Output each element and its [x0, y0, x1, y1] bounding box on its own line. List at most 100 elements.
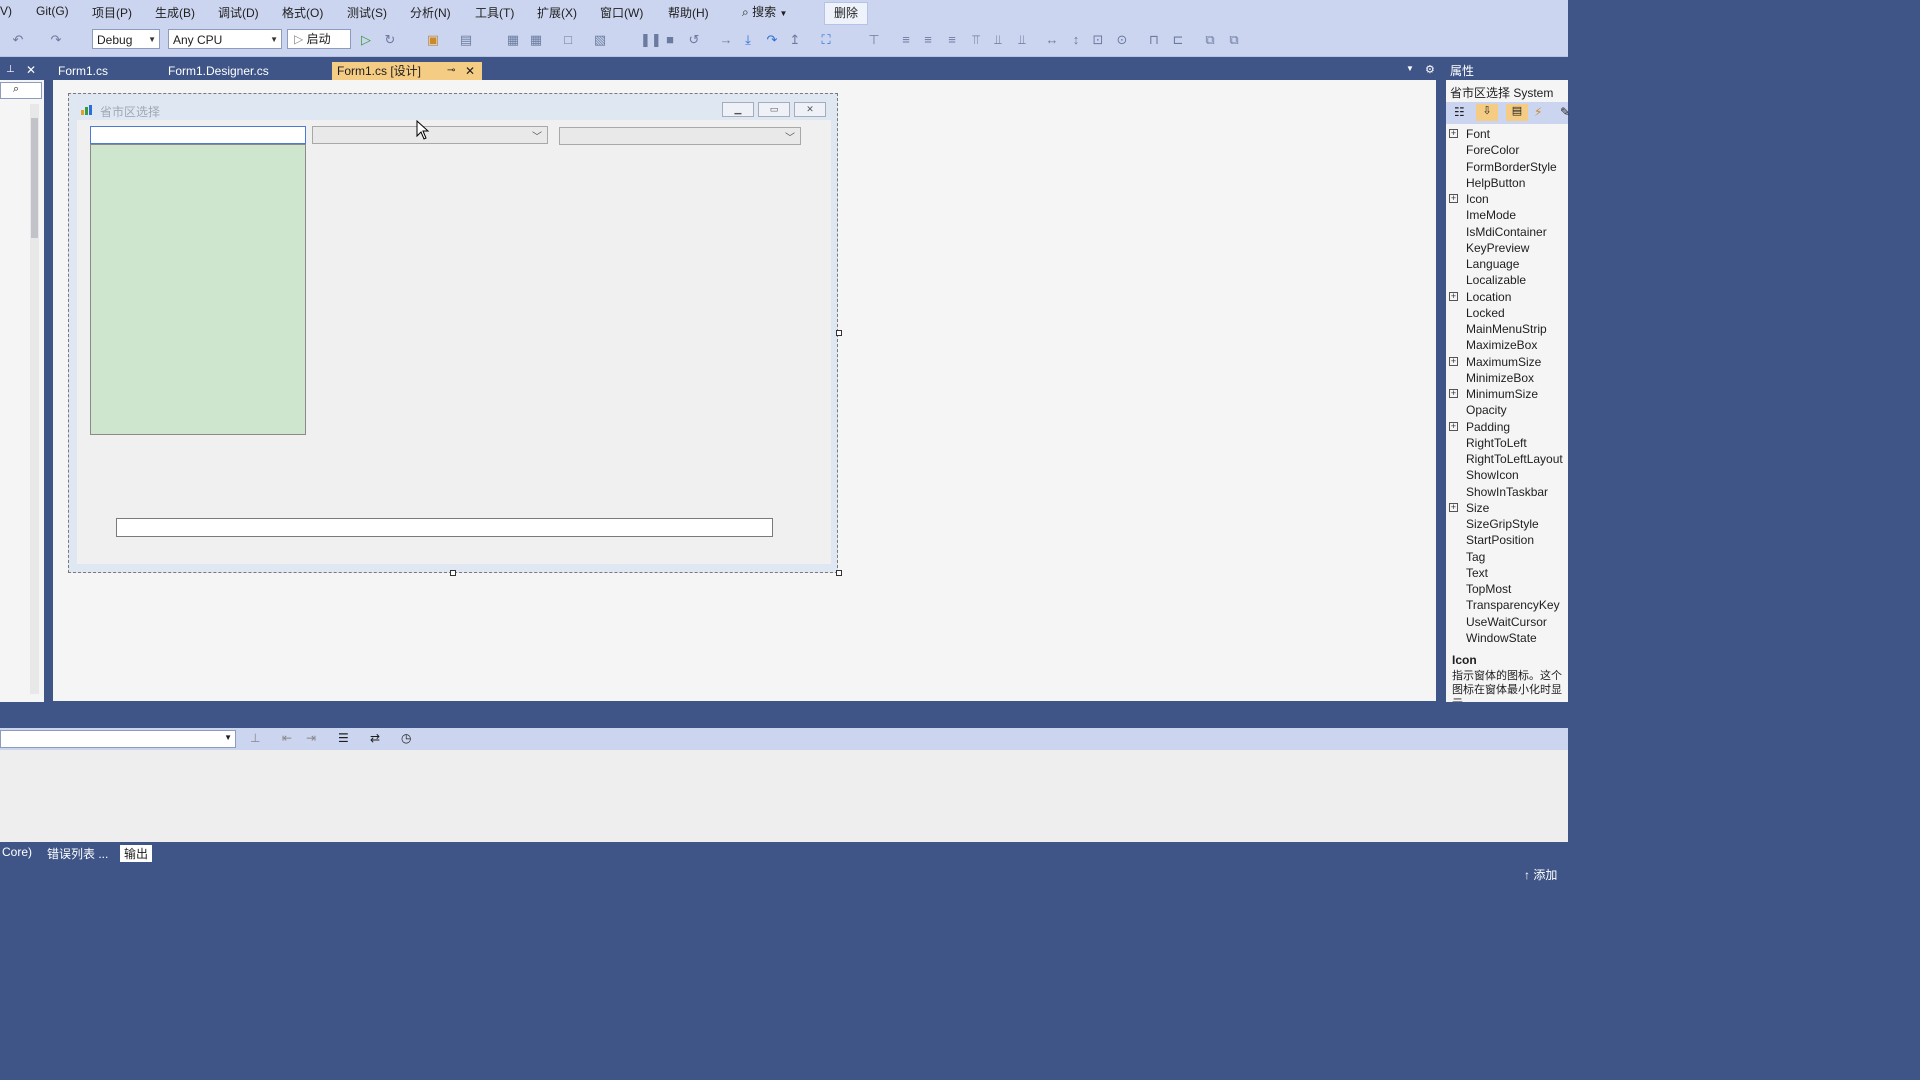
- properties-view-icon[interactable]: ▤: [1506, 104, 1528, 121]
- grid-icon[interactable]: ▦: [505, 32, 521, 48]
- tab-form1-designer-cs[interactable]: Form1.Designer.cs: [163, 62, 331, 80]
- send-back-icon[interactable]: ⧉: [1226, 32, 1242, 48]
- pause-icon[interactable]: ❚❚: [640, 32, 662, 48]
- property-row[interactable]: Language: [1466, 256, 1519, 272]
- next-message-icon[interactable]: ⇥: [306, 731, 316, 745]
- property-row[interactable]: Opacity: [1466, 402, 1507, 418]
- resize-handle-right[interactable]: [836, 330, 842, 336]
- step-into-icon[interactable]: ⤓: [740, 32, 756, 48]
- step-out-icon[interactable]: ↥: [787, 32, 803, 48]
- property-row[interactable]: Tag: [1466, 549, 1485, 565]
- property-row[interactable]: TopMost: [1466, 581, 1511, 597]
- properties-object-selector[interactable]: 省市区选择 System: [1450, 84, 1553, 101]
- property-row[interactable]: RightToLeftLayout: [1466, 451, 1563, 467]
- expand-icon[interactable]: +: [1449, 194, 1458, 203]
- property-row[interactable]: Text: [1466, 565, 1488, 581]
- property-row[interactable]: MaximumSize: [1466, 354, 1541, 370]
- toolbox-scroll-thumb[interactable]: [31, 118, 38, 238]
- minimize-button[interactable]: ▁: [722, 102, 754, 117]
- property-row[interactable]: KeyPreview: [1466, 240, 1529, 256]
- align-center-icon[interactable]: ≡: [920, 32, 936, 48]
- property-row[interactable]: SizeGripStyle: [1466, 516, 1539, 532]
- menu-test[interactable]: 测试(S): [347, 4, 387, 21]
- menu-analyze[interactable]: 分析(N): [410, 4, 451, 21]
- expand-icon[interactable]: +: [1449, 292, 1458, 301]
- snap-icon[interactable]: □: [560, 32, 576, 48]
- menu-tools[interactable]: 工具(T): [475, 4, 514, 21]
- maximize-button[interactable]: ▭: [758, 102, 790, 117]
- property-row[interactable]: Location: [1466, 289, 1511, 305]
- zoom-icon[interactable]: ⊙: [1114, 32, 1130, 48]
- space-h-icon[interactable]: ↔: [1044, 32, 1060, 48]
- hot-reload-icon[interactable]: ↻: [382, 32, 398, 48]
- property-row[interactable]: Font: [1466, 126, 1490, 142]
- center-v-icon[interactable]: ⊏: [1170, 32, 1186, 48]
- toolbox-search-input[interactable]: ⌕: [0, 82, 42, 99]
- tab-output[interactable]: 输出: [120, 845, 153, 862]
- categorized-icon[interactable]: ☷: [1454, 105, 1465, 119]
- format-icon[interactable]: ▧: [592, 32, 608, 48]
- property-row[interactable]: Icon: [1466, 191, 1489, 207]
- property-row[interactable]: MainMenuStrip: [1466, 321, 1547, 337]
- property-row[interactable]: Locked: [1466, 305, 1505, 321]
- expand-icon[interactable]: +: [1449, 129, 1458, 138]
- property-row[interactable]: HelpButton: [1466, 175, 1525, 191]
- pin-icon[interactable]: ⊥: [6, 64, 15, 75]
- property-row[interactable]: Padding: [1466, 419, 1510, 435]
- property-row[interactable]: WindowState: [1466, 630, 1537, 646]
- menu-help[interactable]: 帮助(H): [668, 4, 709, 21]
- pin-icon[interactable]: ⊸: [447, 62, 455, 80]
- prev-message-icon[interactable]: ⇤: [282, 731, 292, 745]
- grid2-icon[interactable]: ▦: [528, 32, 544, 48]
- tab-list-icon[interactable]: ▼: [1406, 64, 1414, 73]
- menu-build[interactable]: 生成(B): [155, 4, 195, 21]
- stop-icon[interactable]: ■: [662, 32, 678, 48]
- property-row[interactable]: StartPosition: [1466, 532, 1534, 548]
- redo-icon[interactable]: ↷: [48, 32, 64, 48]
- property-row[interactable]: ShowIcon: [1466, 467, 1519, 483]
- config-select[interactable]: Debug ▼: [92, 29, 160, 49]
- run-without-debug-icon[interactable]: ▷: [358, 32, 374, 48]
- step-arrow-icon[interactable]: →: [718, 32, 734, 48]
- property-row[interactable]: UseWaitCursor: [1466, 614, 1547, 630]
- space-v-icon[interactable]: ↕: [1068, 32, 1084, 48]
- property-row[interactable]: ShowInTaskbar: [1466, 484, 1548, 500]
- center-h-icon[interactable]: ⊓: [1146, 32, 1162, 48]
- find-icon[interactable]: ⊥: [250, 731, 260, 745]
- property-row[interactable]: MinimumSize: [1466, 386, 1538, 402]
- layout-icon[interactable]: ▤: [458, 32, 474, 48]
- menu-format[interactable]: 格式(O): [282, 4, 323, 21]
- resize-handle-corner[interactable]: [836, 570, 842, 576]
- start-button[interactable]: ▷ 启动: [287, 29, 351, 49]
- restart-icon[interactable]: ↺: [686, 32, 702, 48]
- folder-icon[interactable]: ▣: [425, 32, 441, 48]
- menu-extensions[interactable]: 扩展(X): [537, 4, 577, 21]
- tab-package-manager[interactable]: Core): [2, 845, 32, 859]
- close-button[interactable]: ✕: [794, 102, 826, 117]
- expand-icon[interactable]: +: [1449, 422, 1458, 431]
- property-row[interactable]: ForeColor: [1466, 142, 1519, 158]
- menu-debug[interactable]: 调试(D): [218, 4, 259, 21]
- wrench-icon[interactable]: ✎: [1560, 105, 1570, 119]
- menu-view[interactable]: V): [0, 4, 12, 18]
- align-left-icon[interactable]: ≡: [898, 32, 914, 48]
- tab-error-list[interactable]: 错误列表 ...: [47, 845, 108, 862]
- property-row[interactable]: TransparencyKey: [1466, 597, 1560, 613]
- output-source-select[interactable]: ▼: [0, 730, 236, 748]
- tab-form1-design[interactable]: Form1.cs [设计] ⊸ ✕: [332, 62, 482, 80]
- property-row[interactable]: MinimizeBox: [1466, 370, 1534, 386]
- size-icon[interactable]: ⊡: [1090, 32, 1106, 48]
- property-row[interactable]: Size: [1466, 500, 1489, 516]
- property-row[interactable]: RightToLeft: [1466, 435, 1527, 451]
- close-icon[interactable]: ✕: [26, 63, 36, 77]
- platform-select[interactable]: Any CPU ▼: [168, 29, 282, 49]
- province-textbox[interactable]: [90, 126, 306, 144]
- expand-icon[interactable]: +: [1449, 357, 1458, 366]
- clock-icon[interactable]: ◷: [401, 731, 411, 745]
- align-bottom-icon[interactable]: ⫫: [1014, 32, 1030, 48]
- close-icon[interactable]: ✕: [465, 62, 475, 80]
- align-top-icon[interactable]: ⫪: [968, 32, 984, 48]
- expand-icon[interactable]: +: [1449, 389, 1458, 398]
- search-button[interactable]: ⌕ 搜索 ▼: [742, 3, 787, 20]
- step-over-icon[interactable]: ↷: [764, 32, 780, 48]
